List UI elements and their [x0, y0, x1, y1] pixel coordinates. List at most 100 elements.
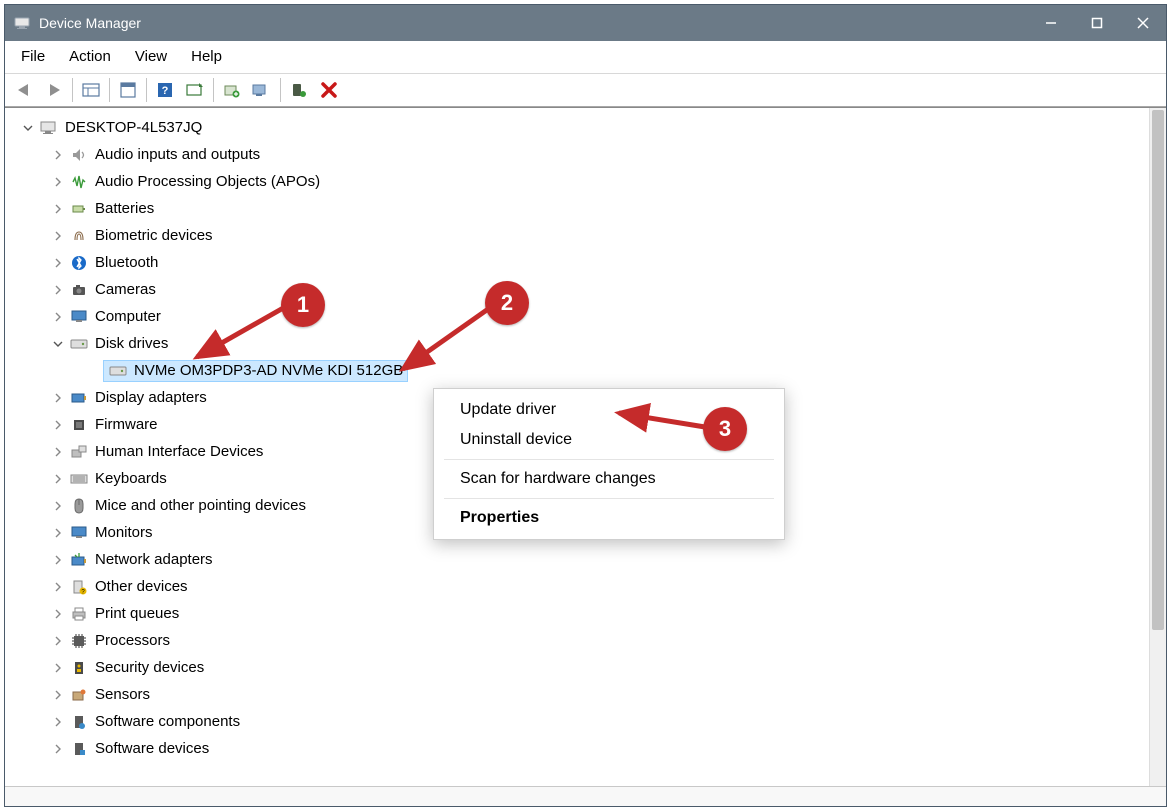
caret-right-icon[interactable]: [51, 310, 65, 324]
caret-right-icon[interactable]: [51, 148, 65, 162]
update-driver-toolbar-button[interactable]: [217, 76, 247, 104]
caret-right-icon[interactable]: [51, 283, 65, 297]
context-properties[interactable]: Properties: [434, 503, 784, 533]
tree-item-label: Audio inputs and outputs: [95, 146, 260, 163]
tree-category-print-queues[interactable]: Print queues: [11, 600, 1149, 627]
menu-file[interactable]: File: [9, 44, 57, 69]
selected-device: NVMe OM3PDP3-AD NVMe KDI 512GB: [103, 360, 408, 382]
tree-item-label: Batteries: [95, 200, 154, 217]
caret-right-icon[interactable]: [51, 472, 65, 486]
disk-drive-icon: [69, 335, 89, 353]
caret-right-icon[interactable]: [51, 661, 65, 675]
caret-right-icon[interactable]: [51, 742, 65, 756]
tree-root-label: DESKTOP-4L537JQ: [65, 119, 202, 136]
tree-item-label: Cameras: [95, 281, 156, 298]
device-manager-window: Device Manager File Action View Help: [4, 4, 1167, 807]
tree-category-audio-io[interactable]: Audio inputs and outputs: [11, 141, 1149, 168]
minimize-button[interactable]: [1028, 5, 1074, 41]
caret-right-icon[interactable]: [51, 229, 65, 243]
caret-right-icon[interactable]: [51, 499, 65, 513]
tree-item-label: Bluetooth: [95, 254, 158, 271]
annotation-badge-2: 2: [485, 281, 529, 325]
tree-category-other-devices[interactable]: ? Other devices: [11, 573, 1149, 600]
software-device-icon: [69, 740, 89, 758]
caret-right-icon[interactable]: [51, 607, 65, 621]
tree-item-label: Software components: [95, 713, 240, 730]
tree-category-bluetooth[interactable]: Bluetooth: [11, 249, 1149, 276]
tree-item-label: Monitors: [95, 524, 153, 541]
caret-right-icon[interactable]: [51, 391, 65, 405]
tree-category-batteries[interactable]: Batteries: [11, 195, 1149, 222]
context-separator: [444, 498, 774, 499]
toolbar-separator: [280, 78, 281, 102]
forward-button[interactable]: [39, 76, 69, 104]
caret-down-icon[interactable]: [21, 121, 35, 135]
menu-help[interactable]: Help: [179, 44, 234, 69]
tree-device-label: NVMe OM3PDP3-AD NVMe KDI 512GB: [134, 362, 403, 379]
enable-device-toolbar-button[interactable]: [284, 76, 314, 104]
caret-right-icon[interactable]: [51, 526, 65, 540]
tree-category-software-devices[interactable]: Software devices: [11, 735, 1149, 762]
software-component-icon: [69, 713, 89, 731]
scrollbar-thumb[interactable]: [1152, 110, 1164, 630]
annotation-badge-3: 3: [703, 407, 747, 451]
menu-view[interactable]: View: [123, 44, 179, 69]
caret-right-icon[interactable]: [51, 634, 65, 648]
close-button[interactable]: [1120, 5, 1166, 41]
tree-category-apos[interactable]: Audio Processing Objects (APOs): [11, 168, 1149, 195]
monitor-icon: [69, 308, 89, 326]
tree-item-label: Other devices: [95, 578, 188, 595]
tree-device-nvme-disk[interactable]: NVMe OM3PDP3-AD NVMe KDI 512GB: [11, 357, 1149, 384]
toolbar-separator: [213, 78, 214, 102]
tree-item-label: Security devices: [95, 659, 204, 676]
tree-category-software-components[interactable]: Software components: [11, 708, 1149, 735]
printer-icon: [69, 605, 89, 623]
toolbar-separator: [109, 78, 110, 102]
tree-item-label: Firmware: [95, 416, 158, 433]
caret-right-icon[interactable]: [51, 715, 65, 729]
tree-root[interactable]: DESKTOP-4L537JQ: [11, 114, 1149, 141]
keyboard-icon: [69, 470, 89, 488]
caret-right-icon[interactable]: [51, 256, 65, 270]
caret-right-icon[interactable]: [51, 418, 65, 432]
disable-device-toolbar-button[interactable]: [314, 76, 344, 104]
tree-category-sensors[interactable]: Sensors: [11, 681, 1149, 708]
tree-category-network[interactable]: Network adapters: [11, 546, 1149, 573]
maximize-button[interactable]: [1074, 5, 1120, 41]
tree-category-disk-drives[interactable]: Disk drives: [11, 330, 1149, 357]
tree-item-label: Processors: [95, 632, 170, 649]
display-adapter-icon: [69, 389, 89, 407]
context-scan-hardware[interactable]: Scan for hardware changes: [434, 464, 784, 494]
tree-category-computer[interactable]: Computer: [11, 303, 1149, 330]
tree-category-biometric[interactable]: Biometric devices: [11, 222, 1149, 249]
svg-text:?: ?: [162, 85, 169, 97]
help-toolbar-button[interactable]: ?: [150, 76, 180, 104]
caret-right-icon[interactable]: [51, 688, 65, 702]
audio-wave-icon: [69, 173, 89, 191]
battery-icon: [69, 200, 89, 218]
show-hidden-devices-button[interactable]: [76, 76, 106, 104]
annotation-badge-1: 1: [281, 283, 325, 327]
window-title: Device Manager: [39, 15, 141, 31]
uninstall-device-toolbar-button[interactable]: [247, 76, 277, 104]
back-button[interactable]: [9, 76, 39, 104]
caret-right-icon[interactable]: [51, 202, 65, 216]
disk-drive-icon: [108, 362, 128, 380]
caret-down-icon[interactable]: [51, 337, 65, 351]
tree-category-processors[interactable]: Processors: [11, 627, 1149, 654]
tree-item-label: Biometric devices: [95, 227, 213, 244]
caret-right-icon[interactable]: [51, 580, 65, 594]
caret-right-icon[interactable]: [51, 175, 65, 189]
computer-icon: [39, 119, 59, 137]
tree-category-security-devices[interactable]: Security devices: [11, 654, 1149, 681]
network-adapter-icon: [69, 551, 89, 569]
caret-right-icon[interactable]: [51, 553, 65, 567]
properties-toolbar-button[interactable]: [113, 76, 143, 104]
caret-right-icon[interactable]: [51, 445, 65, 459]
vertical-scrollbar[interactable]: [1149, 108, 1166, 786]
toolbar: ?: [5, 73, 1166, 107]
tree-category-cameras[interactable]: Cameras: [11, 276, 1149, 303]
menu-action[interactable]: Action: [57, 44, 123, 69]
scan-hardware-toolbar-button[interactable]: [180, 76, 210, 104]
tree-item-label: Audio Processing Objects (APOs): [95, 173, 320, 190]
